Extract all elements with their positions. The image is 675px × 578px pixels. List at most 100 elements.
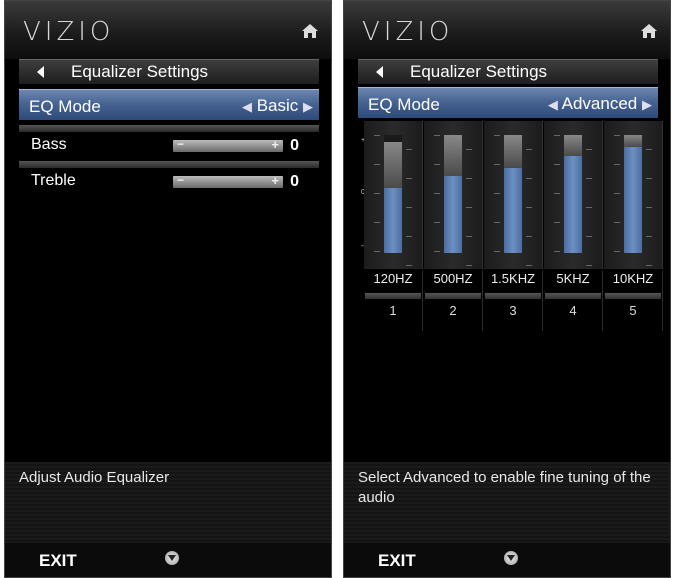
- band-frequency-label: 10KHZ: [612, 271, 654, 286]
- back-arrow-icon[interactable]: [37, 66, 44, 78]
- chevron-right-icon[interactable]: ▶: [303, 99, 313, 114]
- minus-icon[interactable]: −: [177, 173, 184, 187]
- eq-band-slider[interactable]: [554, 135, 592, 266]
- eq-band-column[interactable]: [364, 121, 423, 269]
- column-border: [602, 271, 603, 331]
- tick-mark: [586, 265, 592, 266]
- band-number-label: 1: [389, 303, 397, 318]
- description-area: Select Advanced to enable fine tuning of…: [344, 462, 670, 544]
- equalizer-area: +6 0 -6 120HZ1500HZ21.5KHZ35KHZ410KHZ5: [358, 121, 663, 331]
- tick-mark: [434, 222, 440, 223]
- down-arrow-icon[interactable]: [504, 551, 518, 565]
- tick-mark: [374, 222, 380, 223]
- eq-band-column[interactable]: [424, 121, 483, 269]
- treble-slider[interactable]: − +: [173, 173, 283, 188]
- eq-band-knob[interactable]: [564, 135, 582, 156]
- tick-mark: [494, 251, 500, 252]
- tick-mark: [526, 265, 532, 266]
- bass-row[interactable]: Bass − + 0: [19, 133, 319, 159]
- eq-mode-value: Advanced: [561, 94, 638, 113]
- eq-band-level: [384, 188, 402, 253]
- chevron-left-icon[interactable]: ◀: [548, 97, 558, 112]
- tick-mark: [434, 135, 440, 136]
- eq-mode-row[interactable]: EQ Mode ◀ Advanced ▶: [358, 87, 658, 118]
- tick-mark: [586, 149, 592, 150]
- exit-button[interactable]: EXIT: [39, 551, 77, 571]
- eq-mode-row[interactable]: EQ Mode ◀ Basic ▶: [19, 89, 319, 120]
- footer-bar: EXIT: [5, 543, 331, 577]
- eq-band-knob[interactable]: [624, 135, 642, 147]
- top-bar: VIZIO: [5, 1, 331, 59]
- eq-band-level: [504, 168, 522, 253]
- tick-mark: [494, 135, 500, 136]
- eq-mode-selector[interactable]: ◀ Advanced ▶: [548, 94, 652, 114]
- eq-band-slider[interactable]: [374, 135, 412, 266]
- tick-mark: [586, 207, 592, 208]
- tick-mark: [614, 193, 620, 194]
- column-border: [542, 271, 543, 331]
- tick-mark: [646, 265, 652, 266]
- band-number-label: 2: [449, 303, 457, 318]
- eq-band-knob[interactable]: [504, 135, 522, 168]
- description-area: Adjust Audio Equalizer: [5, 462, 331, 544]
- back-arrow-icon[interactable]: [376, 66, 383, 78]
- eq-band-slider[interactable]: [494, 135, 532, 266]
- band-frequency-label: 120HZ: [373, 271, 413, 286]
- eq-band-column[interactable]: [544, 121, 603, 269]
- band-number-label: 4: [569, 303, 577, 318]
- eq-mode-selector[interactable]: ◀ Basic ▶: [242, 96, 313, 116]
- tick-mark: [614, 251, 620, 252]
- plus-icon[interactable]: +: [271, 137, 279, 152]
- eq-band-slider[interactable]: [434, 135, 472, 266]
- band-frequency-label: 500HZ: [433, 271, 473, 286]
- tick-mark: [494, 164, 500, 165]
- home-icon[interactable]: [640, 23, 658, 39]
- tick-mark: [374, 193, 380, 194]
- plus-icon[interactable]: +: [271, 173, 279, 188]
- menu-title-bar[interactable]: Equalizer Settings: [19, 59, 319, 84]
- eq-band-knob[interactable]: [384, 142, 402, 188]
- tick-mark: [554, 222, 560, 223]
- chevron-left-icon[interactable]: ◀: [242, 99, 252, 114]
- tick-mark: [554, 193, 560, 194]
- menu-title: Equalizer Settings: [71, 62, 209, 81]
- down-arrow-icon[interactable]: [165, 551, 179, 565]
- tick-mark: [466, 178, 472, 179]
- tick-mark: [466, 207, 472, 208]
- eq-band-level: [624, 147, 642, 253]
- eq-band-level: [444, 176, 462, 253]
- band-frequency-label: 1.5KHZ: [490, 271, 536, 286]
- tick-mark: [614, 222, 620, 223]
- eq-mode-label: EQ Mode: [29, 97, 101, 116]
- menu-title: Equalizer Settings: [410, 62, 548, 81]
- tick-mark: [614, 135, 620, 136]
- tick-mark: [494, 222, 500, 223]
- top-bar: VIZIO: [344, 1, 670, 59]
- tick-mark: [374, 251, 380, 252]
- menu-title-bar[interactable]: Equalizer Settings: [358, 59, 658, 84]
- tick-mark: [434, 193, 440, 194]
- tick-mark: [406, 236, 412, 237]
- column-border: [482, 271, 483, 331]
- home-icon[interactable]: [301, 23, 319, 39]
- band-number-label: 3: [509, 303, 517, 318]
- treble-row[interactable]: Treble − + 0: [19, 169, 319, 195]
- eq-band-slider[interactable]: [614, 135, 652, 266]
- eq-band-knob[interactable]: [444, 135, 462, 176]
- exit-button[interactable]: EXIT: [378, 551, 416, 571]
- tick-mark: [494, 193, 500, 194]
- tick-mark: [646, 149, 652, 150]
- minus-icon[interactable]: −: [177, 137, 184, 151]
- tick-mark: [406, 265, 412, 266]
- eq-mode-label: EQ Mode: [368, 95, 440, 114]
- chevron-right-icon[interactable]: ▶: [642, 97, 652, 112]
- tick-mark: [526, 236, 532, 237]
- eq-band-column[interactable]: [484, 121, 543, 269]
- bass-slider[interactable]: − +: [173, 137, 283, 152]
- divider: [19, 125, 319, 132]
- tick-mark: [586, 236, 592, 237]
- vizio-logo: VIZIO: [362, 17, 454, 47]
- tick-mark: [526, 178, 532, 179]
- eq-band-column[interactable]: [604, 121, 663, 269]
- tick-mark: [646, 236, 652, 237]
